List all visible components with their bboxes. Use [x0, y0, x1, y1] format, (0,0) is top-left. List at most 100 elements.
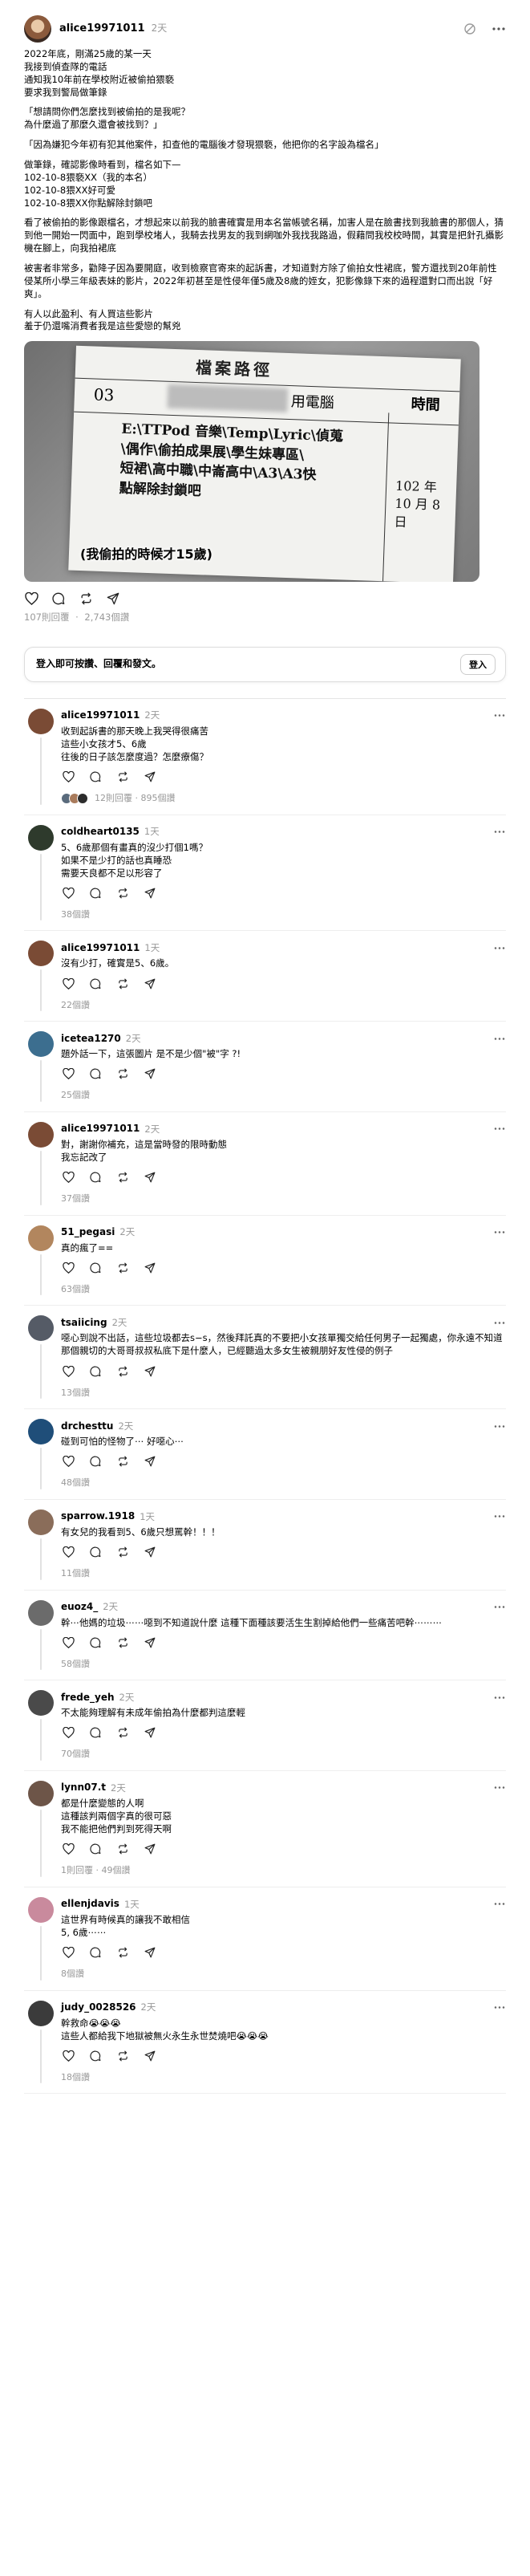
share-icon[interactable]: [106, 591, 120, 606]
share-icon[interactable]: [143, 1635, 157, 1650]
commenter-username[interactable]: euoz4_: [61, 1600, 98, 1614]
comment-icon[interactable]: [88, 1454, 103, 1469]
comment-like-count[interactable]: 22個讚: [61, 999, 90, 1012]
comment-like-count[interactable]: 38個讚: [61, 908, 90, 921]
comment-icon[interactable]: [88, 1545, 103, 1559]
comment-like-count[interactable]: 11個讚: [61, 1567, 90, 1580]
more-options-icon[interactable]: [493, 713, 506, 717]
comment-like-count[interactable]: 25個讚: [61, 1089, 90, 1102]
comment-icon[interactable]: [88, 1842, 103, 1856]
repost-icon[interactable]: [115, 1945, 130, 1960]
commenter-avatar[interactable]: [28, 941, 54, 967]
share-icon[interactable]: [143, 1067, 157, 1081]
repost-icon[interactable]: [115, 1170, 130, 1184]
more-options-icon[interactable]: [493, 1037, 506, 1041]
more-options-icon[interactable]: [492, 22, 506, 36]
repost-icon[interactable]: [115, 1725, 130, 1740]
more-options-icon[interactable]: [493, 830, 506, 834]
commenter-avatar[interactable]: [28, 1690, 54, 1717]
comment-icon[interactable]: [88, 1067, 103, 1081]
comment-like-count[interactable]: 8個讚: [61, 1968, 84, 1981]
comment-like-count[interactable]: 1則回覆 · 49個讚: [61, 1864, 131, 1877]
commenter-username[interactable]: sparrow.1918: [61, 1509, 135, 1523]
share-icon[interactable]: [143, 2049, 157, 2063]
repost-icon[interactable]: [115, 2049, 130, 2063]
commenter-username[interactable]: alice19971011: [61, 941, 140, 955]
more-options-icon[interactable]: [493, 2005, 506, 2009]
like-icon[interactable]: [61, 1842, 75, 1856]
comment-like-count[interactable]: 70個讚: [61, 1748, 90, 1761]
like-icon[interactable]: [61, 1725, 75, 1740]
commenter-avatar[interactable]: [28, 1315, 54, 1342]
comment-like-count[interactable]: 12則回覆 · 895個讚: [95, 792, 175, 805]
repost-icon[interactable]: [115, 770, 130, 784]
like-icon[interactable]: [61, 1261, 75, 1275]
like-count[interactable]: 2,743個讚: [84, 611, 129, 623]
repost-icon[interactable]: [115, 886, 130, 900]
more-options-icon[interactable]: [493, 1514, 506, 1518]
commenter-avatar[interactable]: [28, 1419, 54, 1445]
share-icon[interactable]: [143, 1725, 157, 1740]
share-icon[interactable]: [143, 1454, 157, 1469]
like-icon[interactable]: [61, 886, 75, 900]
comment-like-count[interactable]: 58個讚: [61, 1658, 90, 1671]
like-icon[interactable]: [61, 1364, 75, 1379]
comment-icon[interactable]: [88, 977, 103, 991]
commenter-avatar[interactable]: [28, 1780, 54, 1806]
comment-icon[interactable]: [88, 1261, 103, 1275]
commenter-avatar[interactable]: [28, 824, 54, 851]
more-options-icon[interactable]: [493, 1786, 506, 1790]
repost-icon[interactable]: [115, 1545, 130, 1559]
more-options-icon[interactable]: [493, 1127, 506, 1131]
like-icon[interactable]: [61, 770, 75, 784]
comment-icon[interactable]: [88, 1725, 103, 1740]
like-icon[interactable]: [61, 1945, 75, 1960]
comment-like-count[interactable]: 13個讚: [61, 1387, 90, 1400]
share-icon[interactable]: [143, 1545, 157, 1559]
like-icon[interactable]: [61, 1067, 75, 1081]
repost-icon[interactable]: [115, 977, 130, 991]
more-options-icon[interactable]: [493, 1321, 506, 1325]
commenter-avatar[interactable]: [28, 1121, 54, 1148]
more-options-icon[interactable]: [493, 1230, 506, 1234]
commenter-avatar[interactable]: [28, 708, 54, 734]
commenter-username[interactable]: ellenjdavis: [61, 1897, 119, 1911]
comment-icon[interactable]: [88, 1170, 103, 1184]
commenter-username[interactable]: lynn07.t: [61, 1781, 106, 1794]
commenter-avatar[interactable]: [28, 1225, 54, 1251]
more-options-icon[interactable]: [493, 1902, 506, 1906]
commenter-username[interactable]: icetea1270: [61, 1032, 121, 1046]
author-avatar[interactable]: [24, 15, 51, 43]
more-options-icon[interactable]: [493, 1605, 506, 1609]
commenter-avatar[interactable]: [28, 1599, 54, 1626]
share-icon[interactable]: [143, 1364, 157, 1379]
share-icon[interactable]: [143, 886, 157, 900]
comment-like-count[interactable]: 63個讚: [61, 1283, 90, 1296]
commenter-username[interactable]: 51_pegasi: [61, 1225, 115, 1239]
post-image[interactable]: 檔案路徑 03 用電腦 時間 E:\TTPod 音樂\Temp\Lyric\偵蒐…: [24, 341, 479, 583]
share-icon[interactable]: [143, 770, 157, 784]
comment-icon[interactable]: [88, 1945, 103, 1960]
share-icon[interactable]: [143, 977, 157, 991]
repost-icon[interactable]: [115, 1067, 130, 1081]
comment-icon[interactable]: [88, 1364, 103, 1379]
more-options-icon[interactable]: [493, 946, 506, 950]
commenter-username[interactable]: alice19971011: [61, 709, 140, 722]
commenter-username[interactable]: judy_0028526: [61, 2001, 136, 2014]
repost-icon[interactable]: [115, 1635, 130, 1650]
like-icon[interactable]: [61, 1454, 75, 1469]
reply-count[interactable]: 107則回覆: [24, 611, 69, 623]
commenter-username[interactable]: tsaiicing: [61, 1316, 107, 1330]
commenter-avatar[interactable]: [28, 1509, 54, 1535]
author-username[interactable]: alice19971011: [59, 22, 145, 36]
share-icon[interactable]: [143, 1170, 157, 1184]
comment-icon[interactable]: [88, 770, 103, 784]
share-icon[interactable]: [143, 1842, 157, 1856]
commenter-avatar[interactable]: [28, 2000, 54, 2026]
commenter-username[interactable]: alice19971011: [61, 1122, 140, 1136]
commenter-username[interactable]: drchesttu: [61, 1420, 113, 1433]
activity-icon[interactable]: [463, 22, 477, 36]
login-button[interactable]: 登入: [460, 653, 496, 675]
share-icon[interactable]: [143, 1261, 157, 1275]
repost-icon[interactable]: [115, 1261, 130, 1275]
